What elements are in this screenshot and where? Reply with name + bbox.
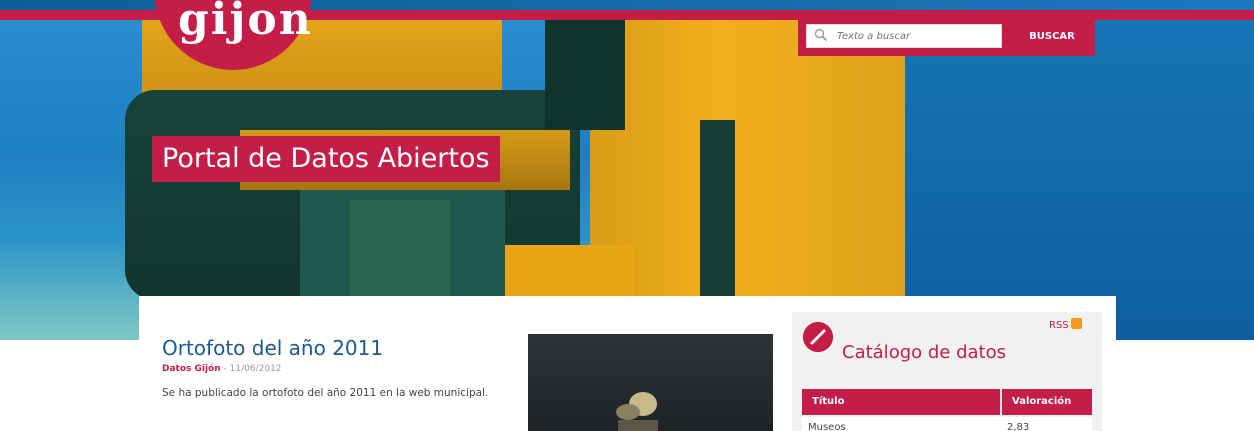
catalog-table-header: Título Valoración: [802, 389, 1092, 415]
column-header-title[interactable]: Título: [812, 396, 844, 407]
news-body: Se ha publicado la ortofoto del año 2011…: [162, 387, 489, 399]
sculpture-bottom-block: [505, 245, 635, 296]
news-date: 11/06/2012: [229, 364, 282, 374]
page-margin-left: [0, 340, 139, 431]
page: gijon BUSCAR Portal de Datos Abiertos Or…: [0, 0, 1254, 431]
search-input[interactable]: [806, 24, 1002, 48]
search-icon: [814, 28, 828, 42]
news-title[interactable]: Ortofoto del año 2011: [162, 336, 383, 360]
catalog-title: Catálogo de datos: [842, 342, 1006, 363]
news-image[interactable]: [528, 334, 773, 431]
sculpture-dark-column-2: [700, 120, 735, 296]
logo-text: gijon: [178, 0, 313, 45]
sculpture-green-face-inner: [350, 200, 450, 296]
news-meta: Datos Gijón - 11/06/2012: [162, 364, 282, 374]
news-image-figure: [616, 392, 658, 431]
search-button[interactable]: BUSCAR: [1018, 24, 1086, 48]
rss-link[interactable]: RSS: [1049, 318, 1082, 331]
portal-title: Portal de Datos Abiertos: [152, 136, 500, 182]
row-title[interactable]: Museos: [808, 422, 846, 431]
rss-icon: [1070, 318, 1082, 329]
sculpture-tower: [590, 20, 905, 296]
rss-label: RSS: [1049, 320, 1069, 331]
sculpture-dark-column: [545, 20, 625, 130]
column-divider: [1000, 389, 1002, 415]
row-rating: 2,83: [1007, 422, 1030, 431]
page-margin-right: [1116, 340, 1254, 431]
table-row[interactable]: Museos 2,83: [802, 417, 1092, 431]
column-header-rating[interactable]: Valoración: [1012, 396, 1071, 407]
news-author[interactable]: Datos Gijón: [162, 364, 221, 374]
pencil-icon: [803, 322, 833, 352]
